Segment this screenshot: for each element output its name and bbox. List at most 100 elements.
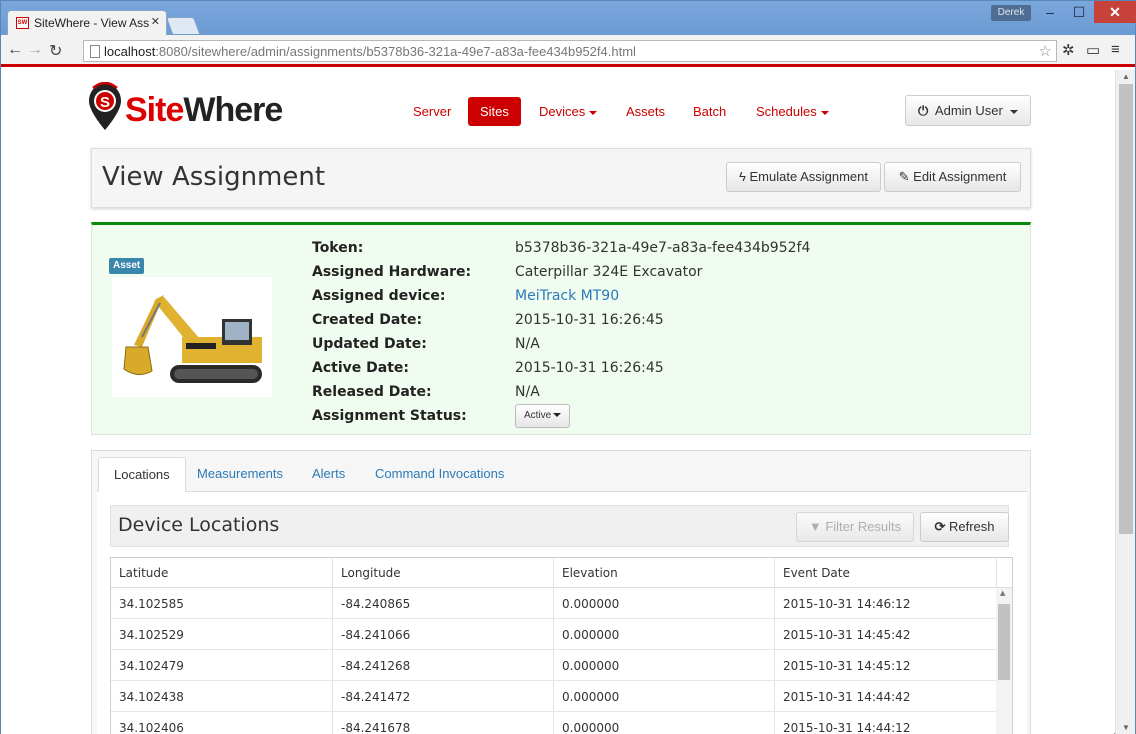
tab-measurements[interactable]: Measurements bbox=[182, 457, 298, 492]
elevation-cell: 0.000000 bbox=[562, 597, 620, 611]
page-icon bbox=[90, 45, 100, 58]
column-header-longitude[interactable]: Longitude bbox=[333, 566, 401, 580]
excavator-image bbox=[112, 277, 272, 397]
longitude-cell: -84.240865 bbox=[341, 597, 411, 611]
table-row[interactable]: 34.102406 -84.241678 0.000000 2015-10-31… bbox=[111, 712, 996, 734]
refresh-button[interactable]: ⟳ Refresh bbox=[920, 512, 1009, 542]
table-row[interactable]: 34.102529 -84.241066 0.000000 2015-10-31… bbox=[111, 619, 996, 650]
power-icon: ⏻ bbox=[918, 103, 929, 118]
user-menu-button[interactable]: ⏻ Admin User bbox=[905, 95, 1031, 126]
nav-sites[interactable]: Sites bbox=[468, 97, 521, 126]
grid-scrollbar-thumb[interactable] bbox=[998, 604, 1010, 680]
forward-arrow-icon[interactable]: → bbox=[27, 41, 43, 59]
chevron-down-icon bbox=[553, 413, 562, 418]
nav-schedules-label: Schedules bbox=[756, 104, 817, 119]
browser-tab-title: SiteWhere - View Ass bbox=[34, 16, 150, 30]
assignment-status-value: Active bbox=[524, 410, 552, 421]
created-date-value: 2015-10-31 16:26:45 bbox=[515, 312, 664, 328]
url-path: :8080/sitewhere/admin/assignments/b5378b… bbox=[155, 44, 636, 59]
nav-devices[interactable]: Devices bbox=[539, 97, 598, 126]
column-header-event-date[interactable]: Event Date bbox=[775, 566, 850, 580]
event-date-cell: 2015-10-31 14:45:12 bbox=[783, 659, 911, 673]
menu-icon[interactable]: ≡ bbox=[1111, 41, 1120, 58]
locations-title: Device Locations bbox=[118, 514, 280, 536]
minimize-icon[interactable]: – bbox=[1036, 1, 1064, 23]
elevation-cell: 0.000000 bbox=[562, 659, 620, 673]
elevation-cell: 0.000000 bbox=[562, 721, 620, 734]
address-bar[interactable]: localhost:8080/sitewhere/admin/assignmen… bbox=[83, 40, 1057, 62]
back-arrow-icon[interactable]: ← bbox=[7, 41, 23, 59]
emulate-assignment-button[interactable]: ϟ Emulate Assignment bbox=[726, 162, 881, 192]
scroll-up-icon[interactable]: ▲ bbox=[1000, 589, 1005, 597]
refresh-label: Refresh bbox=[949, 519, 995, 534]
assignment-status-dropdown[interactable]: Active bbox=[515, 404, 571, 428]
browser-profile-badge[interactable]: Derek bbox=[991, 5, 1031, 21]
longitude-cell: -84.241472 bbox=[341, 690, 411, 704]
event-date-cell: 2015-10-31 14:46:12 bbox=[783, 597, 911, 611]
column-header-elevation[interactable]: Elevation bbox=[554, 566, 618, 580]
table-row[interactable]: 34.102479 -84.241268 0.000000 2015-10-31… bbox=[111, 650, 996, 681]
edit-assignment-button[interactable]: ✎ Edit Assignment bbox=[884, 162, 1021, 192]
elevation-cell: 0.000000 bbox=[562, 628, 620, 642]
cast-icon[interactable]: ▭ bbox=[1086, 41, 1100, 59]
sitewhere-logo[interactable]: S SiteWhere bbox=[88, 82, 298, 132]
assignment-details-panel: Asset Token: Assigned Hardware: Assigned… bbox=[91, 222, 1031, 435]
nav-assets[interactable]: Assets bbox=[626, 97, 665, 126]
tab-command-invocations[interactable]: Command Invocations bbox=[360, 457, 519, 492]
asset-image[interactable] bbox=[112, 277, 272, 397]
assignment-status-row: Active bbox=[515, 404, 810, 428]
page-header: View Assignment ϟ Emulate Assignment ✎ E… bbox=[91, 148, 1031, 208]
extensions-gear-icon[interactable]: ✲ bbox=[1062, 41, 1075, 59]
active-date-value: 2015-10-31 16:26:45 bbox=[515, 360, 664, 376]
filter-results-button[interactable]: ▼ Filter Results bbox=[796, 512, 914, 542]
latitude-cell: 34.102406 bbox=[119, 721, 184, 734]
scroll-down-icon[interactable]: ▼ bbox=[1122, 723, 1130, 732]
latitude-cell: 34.102529 bbox=[119, 628, 184, 642]
elevation-cell: 0.000000 bbox=[562, 690, 620, 704]
page-content: S SiteWhere Server Sites Devices Assets … bbox=[1, 70, 1114, 734]
tab-alerts[interactable]: Alerts bbox=[297, 457, 360, 492]
longitude-cell: -84.241268 bbox=[341, 659, 411, 673]
bookmark-star-icon[interactable]: ☆ bbox=[1039, 42, 1052, 60]
nav-devices-label: Devices bbox=[539, 104, 586, 119]
latitude-cell: 34.102438 bbox=[119, 690, 184, 704]
assigned-hardware-value: Caterpillar 324E Excavator bbox=[515, 264, 703, 280]
edit-assignment-label: Edit Assignment bbox=[913, 169, 1007, 184]
assignment-status-label: Assignment Status: bbox=[312, 408, 467, 424]
refresh-icon: ⟳ bbox=[934, 519, 946, 534]
released-date-value: N/A bbox=[515, 384, 540, 400]
nav-schedules[interactable]: Schedules bbox=[756, 97, 829, 126]
released-date-label: Released Date: bbox=[312, 384, 432, 400]
page-scrollbar-thumb[interactable] bbox=[1119, 84, 1133, 534]
chevron-down-icon bbox=[589, 110, 598, 115]
new-tab-button[interactable] bbox=[165, 17, 201, 34]
locations-tab-content: Device Locations ▼ Filter Results ⟳ Refr… bbox=[97, 492, 1027, 734]
nav-batch[interactable]: Batch bbox=[693, 97, 726, 126]
event-date-cell: 2015-10-31 14:45:42 bbox=[783, 628, 911, 642]
page-scrollbar[interactable]: ▲ ▼ bbox=[1115, 70, 1135, 734]
tab-close-icon[interactable]: ✕ bbox=[151, 15, 160, 28]
nav-server[interactable]: Server bbox=[413, 97, 451, 126]
browser-toolbar: ← → ↻ localhost:8080/sitewhere/admin/ass… bbox=[1, 35, 1135, 67]
scroll-up-icon[interactable]: ▲ bbox=[1122, 72, 1130, 81]
reload-icon[interactable]: ↻ bbox=[49, 41, 62, 61]
sitewhere-favicon-icon: SW bbox=[16, 17, 29, 29]
window-close-icon[interactable]: ✕ bbox=[1094, 1, 1136, 23]
table-row[interactable]: 34.102585 -84.240865 0.000000 2015-10-31… bbox=[111, 588, 996, 619]
filter-results-label: Filter Results bbox=[825, 519, 902, 534]
longitude-cell: -84.241066 bbox=[341, 628, 411, 642]
filter-icon: ▼ bbox=[808, 519, 822, 534]
chevron-down-icon bbox=[820, 110, 829, 115]
svg-text:S: S bbox=[100, 94, 110, 111]
assigned-device-link[interactable]: MeiTrack MT90 bbox=[515, 284, 810, 308]
logo-wordmark: SiteWhere bbox=[125, 91, 283, 130]
token-label: Token: bbox=[312, 240, 364, 256]
token-value: b5378b36-321a-49e7-a83a-fee434b952f4 bbox=[515, 240, 811, 256]
browser-tab[interactable]: SW SiteWhere - View Ass ✕ bbox=[7, 10, 167, 35]
grid-scrollbar[interactable]: ▲ bbox=[996, 588, 1012, 734]
tab-locations[interactable]: Locations bbox=[98, 457, 186, 493]
column-header-latitude[interactable]: Latitude bbox=[111, 566, 168, 580]
maximize-icon[interactable]: ☐ bbox=[1065, 1, 1093, 23]
table-row[interactable]: 34.102438 -84.241472 0.000000 2015-10-31… bbox=[111, 681, 996, 712]
event-date-cell: 2015-10-31 14:44:12 bbox=[783, 721, 911, 734]
